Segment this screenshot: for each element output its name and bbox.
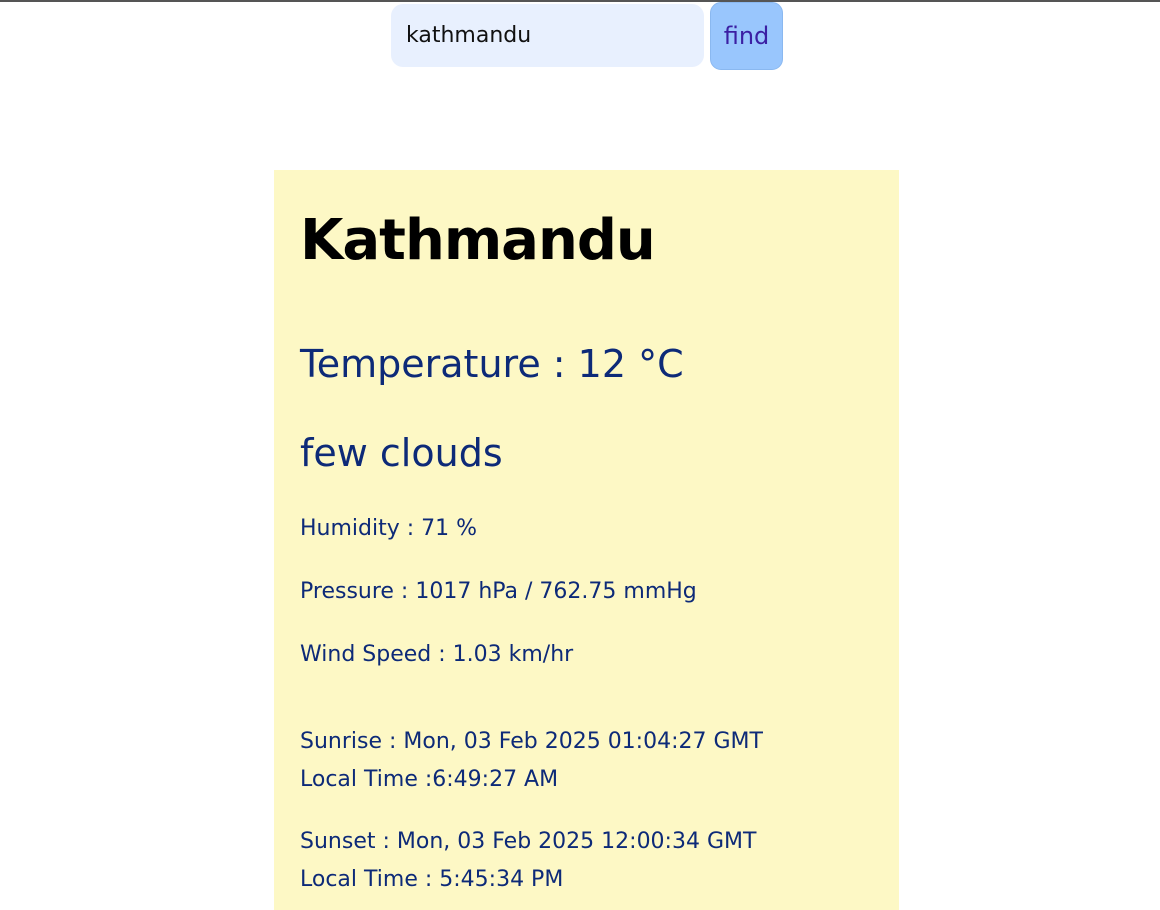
humidity: Humidity : 71 % (300, 516, 478, 541)
city-search-input[interactable] (391, 4, 704, 67)
sunset-local-time: Local Time : 5:45:34 PM (300, 867, 564, 892)
city-name: Kathmandu (300, 208, 656, 273)
temperature: Temperature : 12 °C (300, 342, 684, 386)
weather-description: few clouds (300, 431, 503, 475)
weather-card: Kathmandu Temperature : 12 °C few clouds… (274, 170, 899, 910)
sunrise-gmt: Sunrise : Mon, 03 Feb 2025 01:04:27 GMT (300, 729, 763, 754)
pressure: Pressure : 1017 hPa / 762.75 mmHg (300, 579, 697, 604)
search-bar: find (391, 2, 783, 70)
sunrise-local-time: Local Time :6:49:27 AM (300, 767, 559, 792)
find-button[interactable]: find (710, 2, 783, 70)
sunset-gmt: Sunset : Mon, 03 Feb 2025 12:00:34 GMT (300, 829, 757, 854)
top-border (0, 0, 1160, 2)
wind-speed: Wind Speed : 1.03 km/hr (300, 642, 574, 667)
